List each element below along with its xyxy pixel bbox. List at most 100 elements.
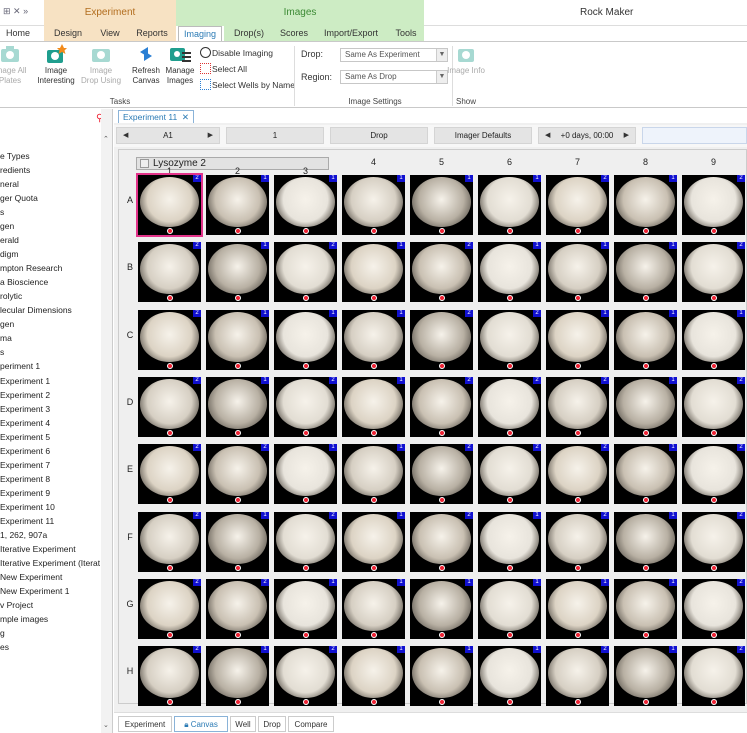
column-header[interactable]: 9 xyxy=(680,157,747,167)
well-D2[interactable]: 1 xyxy=(206,376,269,437)
well-A4[interactable]: 1 xyxy=(342,175,405,235)
region-select[interactable]: Same As Drop ▼ xyxy=(340,70,448,84)
well-E6[interactable]: 2 xyxy=(478,444,541,505)
chevron-up-icon[interactable]: ⌃ xyxy=(103,135,109,143)
tree-item[interactable]: Experiment 2 xyxy=(0,388,100,402)
well-H8[interactable]: 1 xyxy=(614,646,677,707)
well-B2[interactable]: 1 xyxy=(206,242,269,303)
tree-item[interactable]: s xyxy=(0,345,100,359)
tree-item[interactable]: v Project xyxy=(0,598,100,612)
tree-item[interactable]: Experiment 10 xyxy=(0,500,100,514)
well-E1[interactable]: 2 xyxy=(138,444,201,505)
tree-item[interactable]: mpton Research xyxy=(0,261,100,275)
well-F6[interactable]: 1 xyxy=(478,511,541,572)
tree-item[interactable]: g xyxy=(0,626,100,640)
well-H2[interactable]: 1 xyxy=(206,646,269,707)
tree-item[interactable]: lecular Dimensions xyxy=(0,303,100,317)
tab-imaging[interactable]: Imaging xyxy=(178,26,222,41)
tree-item[interactable]: Experiment 4 xyxy=(0,416,100,430)
well-B1[interactable]: 2 xyxy=(138,242,201,303)
well-A1[interactable]: 2 xyxy=(136,173,203,237)
well-F5[interactable]: 2 xyxy=(410,511,473,572)
tab-import-export[interactable]: Import/Export xyxy=(314,26,388,41)
tree-item[interactable]: New Experiment 1 xyxy=(0,584,100,598)
tree-item[interactable]: Experiment 8 xyxy=(0,472,100,486)
row-header[interactable]: C xyxy=(125,330,135,340)
column-header[interactable]: 8 xyxy=(612,157,679,167)
tree-item[interactable]: redients xyxy=(0,163,100,177)
well-F2[interactable]: 1 xyxy=(206,511,269,572)
well-C2[interactable]: 1 xyxy=(206,309,269,370)
column-header[interactable]: 7 xyxy=(544,157,611,167)
well-H6[interactable]: 1 xyxy=(478,646,541,707)
sidebar-scrollbar[interactable]: ⌃ ⌄ xyxy=(101,109,112,733)
tree-item[interactable]: s xyxy=(0,205,100,219)
row-header[interactable]: H xyxy=(125,666,135,676)
arrow-right-icon[interactable]: ▶ xyxy=(624,128,629,143)
manage-images-button[interactable]: Manage Images xyxy=(160,44,200,86)
image-info-button[interactable]: Image Info xyxy=(446,44,486,76)
well-C5[interactable]: 2 xyxy=(410,309,473,370)
image-drop-using-button[interactable]: Image Drop Using xyxy=(81,44,121,86)
close-icon[interactable]: ✕ xyxy=(182,111,189,123)
well-G7[interactable]: 1 xyxy=(546,578,609,639)
well-A6[interactable]: 1 xyxy=(478,175,541,235)
well-H4[interactable]: 1 xyxy=(342,646,405,707)
tree-item[interactable]: periment 1 xyxy=(0,359,100,373)
well-D7[interactable]: 2 xyxy=(546,376,609,437)
drop-field[interactable]: Drop xyxy=(330,127,428,144)
well-E4[interactable]: 1 xyxy=(342,444,405,505)
tree-item[interactable]: Experiment 11 xyxy=(0,514,100,528)
tab-scores[interactable]: Scores xyxy=(274,26,314,41)
well-F3[interactable]: 2 xyxy=(274,511,337,572)
tab-view[interactable]: View xyxy=(92,26,128,41)
well-B6[interactable]: 1 xyxy=(478,242,541,303)
drop-select[interactable]: Same As Experiment ▼ xyxy=(340,48,448,62)
well-C9[interactable]: 1 xyxy=(682,309,745,370)
well-G3[interactable]: 1 xyxy=(274,578,337,639)
well-E8[interactable]: 1 xyxy=(614,444,677,505)
tree-item[interactable]: Iterative Experiment (Iterat xyxy=(0,556,100,570)
tree-item[interactable]: digm xyxy=(0,247,100,261)
well-E7[interactable]: 2 xyxy=(546,444,609,505)
well-G4[interactable]: 1 xyxy=(342,578,405,639)
tree-item[interactable]: es xyxy=(0,640,100,654)
tree-item[interactable]: Iterative Experiment xyxy=(0,542,100,556)
tab-home[interactable]: Home xyxy=(0,26,36,41)
tree-item[interactable]: erald xyxy=(0,233,100,247)
row-header[interactable]: D xyxy=(125,397,135,407)
tree-item[interactable]: New Experiment xyxy=(0,570,100,584)
column-header[interactable]: 6 xyxy=(476,157,543,167)
quick-access-toolbar[interactable]: ⊞ ✕ » xyxy=(3,6,28,17)
well-B8[interactable]: 1 xyxy=(614,242,677,303)
select-wells-by-name-button[interactable]: Select Wells by Name xyxy=(200,78,295,92)
well-C6[interactable]: 2 xyxy=(478,309,541,370)
tab-drop[interactable]: Drop xyxy=(258,716,286,732)
tree-item[interactable]: Experiment 3 xyxy=(0,402,100,416)
well-F9[interactable]: 2 xyxy=(682,511,745,572)
tree-item[interactable]: gen xyxy=(0,219,100,233)
tab-experiment[interactable]: Experiment xyxy=(118,716,172,732)
well-E5[interactable]: 2 xyxy=(410,444,473,505)
well-A5[interactable]: 1 xyxy=(410,175,473,235)
well-F1[interactable]: 2 xyxy=(138,511,201,572)
well-C8[interactable]: 1 xyxy=(614,309,677,370)
drop-number-field[interactable]: 1 xyxy=(226,127,324,144)
well-F8[interactable]: 1 xyxy=(614,511,677,572)
tab-experiment-11[interactable]: Experiment 11 ✕ xyxy=(118,110,194,123)
tab-tools[interactable]: Tools xyxy=(388,26,424,41)
well-H3[interactable]: 2 xyxy=(274,646,337,707)
tree-item[interactable]: ma xyxy=(0,331,100,345)
arrow-right-icon[interactable]: ▶ xyxy=(208,128,213,143)
well-D9[interactable]: 2 xyxy=(682,376,745,437)
well-G1[interactable]: 2 xyxy=(138,578,201,639)
tree-item[interactable]: mple images xyxy=(0,612,100,626)
tab-design[interactable]: Design xyxy=(44,26,92,41)
well-E9[interactable]: 2 xyxy=(682,444,745,505)
chevron-down-icon[interactable]: ⌄ xyxy=(103,721,109,729)
well-A3[interactable]: 1 xyxy=(274,175,337,235)
tree-item[interactable]: Experiment 6 xyxy=(0,444,100,458)
tab-well[interactable]: Well xyxy=(230,716,256,732)
well-B4[interactable]: 1 xyxy=(342,242,405,303)
tree-item[interactable]: e Types xyxy=(0,149,100,163)
